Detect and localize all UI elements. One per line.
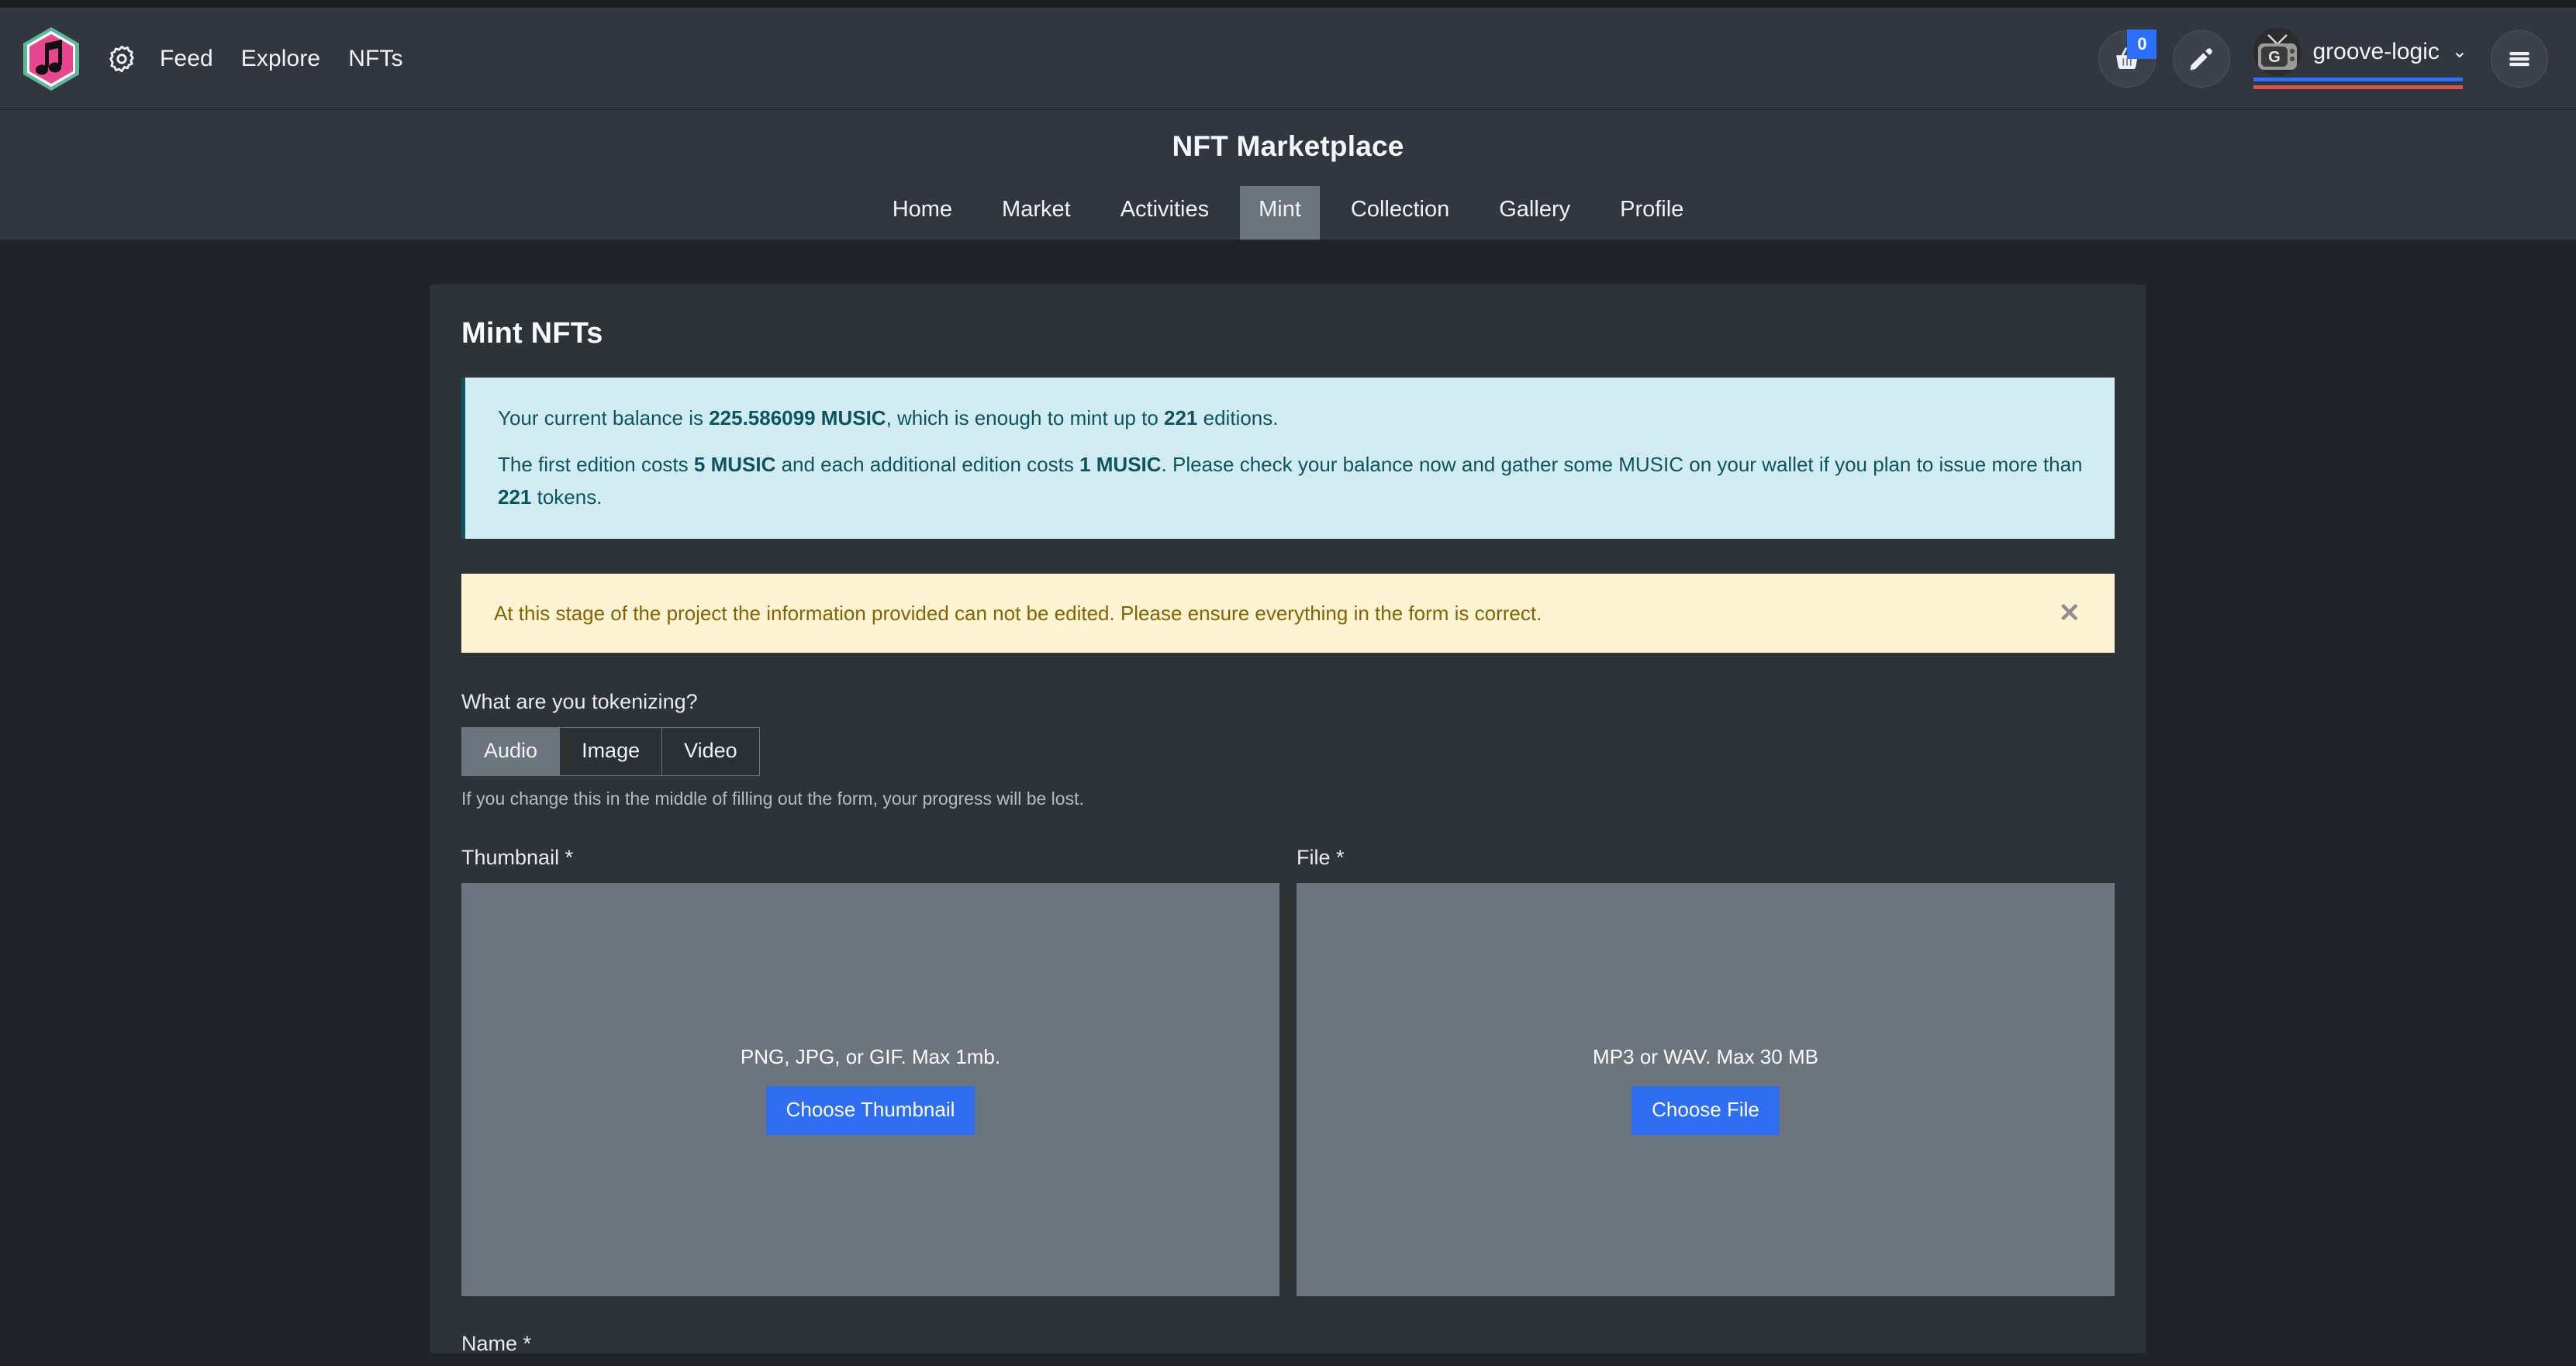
tab-profile[interactable]: Profile xyxy=(1601,186,1702,240)
nav-link-feed[interactable]: Feed xyxy=(160,46,213,72)
settings-button[interactable] xyxy=(104,41,140,77)
cost-line-mid: and each additional edition costs xyxy=(775,453,1080,477)
thumbnail-hint: PNG, JPG, or GIF. Max 1mb. xyxy=(740,1044,1001,1068)
gear-icon xyxy=(109,45,134,72)
max-editions-value: 221 xyxy=(1164,406,1198,429)
chevron-down-icon: ⌄ xyxy=(2451,40,2467,62)
name-field-label: Name * xyxy=(461,1332,532,1353)
user-menu[interactable]: G groove-logic ⌄ xyxy=(2253,27,2467,90)
upload-row: Thumbnail * PNG, JPG, or GIF. Max 1mb. C… xyxy=(461,846,2115,1297)
nav-right-cluster: 0 G groove-logic ⌄ xyxy=(2098,27,2548,90)
tab-activities[interactable]: Activities xyxy=(1102,186,1228,240)
thumbnail-dropzone[interactable]: PNG, JPG, or GIF. Max 1mb. Choose Thumbn… xyxy=(461,883,1279,1297)
hamburger-menu-button[interactable] xyxy=(2491,29,2548,88)
user-accent-rule-red xyxy=(2253,85,2463,89)
section-tabs: Home Market Activities Mint Collection G… xyxy=(0,186,2576,240)
hamburger-icon xyxy=(2509,51,2529,66)
cart-count-badge: 0 xyxy=(2127,29,2157,59)
music-hex-logo-icon xyxy=(23,26,79,91)
page-title: NFT Marketplace xyxy=(1172,130,1404,162)
global-nav: Feed Explore NFTs 0 G groove-logic ⌄ xyxy=(0,8,2576,110)
balance-line1-mid: , which is enough to mint up to xyxy=(886,406,1165,429)
tab-mint[interactable]: Mint xyxy=(1240,186,1320,240)
balance-line1-prefix: Your current balance is xyxy=(498,406,710,429)
file-label: File * xyxy=(1297,846,1345,870)
username-label: groove-logic xyxy=(2312,38,2440,64)
compose-button[interactable] xyxy=(2173,29,2231,88)
page-body: Mint NFTs Your current balance is 225.58… xyxy=(0,240,2576,1353)
cost-line-tail: . Please check your balance now and gath… xyxy=(1161,453,2083,477)
tab-home[interactable]: Home xyxy=(874,186,971,240)
choose-file-button[interactable]: Choose File xyxy=(1632,1085,1780,1136)
balance-line1-suffix: editions. xyxy=(1197,406,1279,429)
file-hint: MP3 or WAV. Max 30 MB xyxy=(1593,1044,1818,1068)
tokenizing-help-text: If you change this in the middle of fill… xyxy=(461,788,1084,809)
file-upload-col: File * MP3 or WAV. Max 30 MB Choose File xyxy=(1297,846,2115,1297)
tab-collection[interactable]: Collection xyxy=(1332,186,1468,240)
file-dropzone[interactable]: MP3 or WAV. Max 30 MB Choose File xyxy=(1297,883,2115,1297)
user-accent-rule-blue xyxy=(2253,77,2463,81)
additional-edition-cost: 1 MUSIC xyxy=(1079,453,1162,477)
tokenize-option-image[interactable]: Image xyxy=(560,727,663,777)
mint-card-title: Mint NFTs xyxy=(461,317,603,350)
window-top-strip xyxy=(0,0,2576,8)
first-edition-cost: 5 MUSIC xyxy=(693,453,776,477)
pencil-icon xyxy=(2191,47,2213,70)
cost-line-prefix: The first edition costs xyxy=(498,453,694,477)
balance-line-1: Your current balance is 225.586099 MUSIC… xyxy=(498,402,2085,434)
cost-line-suffix: tokens. xyxy=(531,485,603,509)
thumbnail-upload-col: Thumbnail * PNG, JPG, or GIF. Max 1mb. C… xyxy=(461,846,1279,1297)
tokenize-option-video[interactable]: Video xyxy=(662,727,760,777)
choose-thumbnail-button[interactable]: Choose Thumbnail xyxy=(765,1085,975,1136)
immutable-warning-alert: At this stage of the project the informa… xyxy=(461,574,2115,654)
close-icon[interactable]: ✕ xyxy=(2054,600,2086,626)
token-threshold-value: 221 xyxy=(498,485,532,509)
tokenizing-question-label: What are you tokenizing? xyxy=(461,690,698,714)
balance-line-2: The first edition costs 5 MUSIC and each… xyxy=(498,448,2085,513)
tokenize-option-audio[interactable]: Audio xyxy=(461,727,561,777)
tab-market[interactable]: Market xyxy=(983,186,1089,240)
app-header: NFT Marketplace Home Market Activities M… xyxy=(0,110,2576,240)
nav-link-nfts[interactable]: NFTs xyxy=(348,46,402,72)
thumbnail-label: Thumbnail * xyxy=(461,846,574,870)
balance-info-alert: Your current balance is 225.586099 MUSIC… xyxy=(461,378,2115,540)
warning-text: At this stage of the project the informa… xyxy=(494,602,1542,626)
mint-card: Mint NFTs Your current balance is 225.58… xyxy=(430,285,2146,1353)
nav-link-explore[interactable]: Explore xyxy=(241,46,320,72)
svg-text:G: G xyxy=(2269,49,2281,66)
brand-logo[interactable] xyxy=(22,26,81,91)
primary-nav-links: Feed Explore NFTs xyxy=(160,46,403,72)
cart-button[interactable]: 0 xyxy=(2098,29,2157,88)
balance-amount: 225.586099 MUSIC xyxy=(709,406,886,429)
tokenizing-type-group: Audio Image Video xyxy=(461,727,2115,777)
tab-gallery[interactable]: Gallery xyxy=(1480,186,1589,240)
avatar: G xyxy=(2253,27,2302,76)
